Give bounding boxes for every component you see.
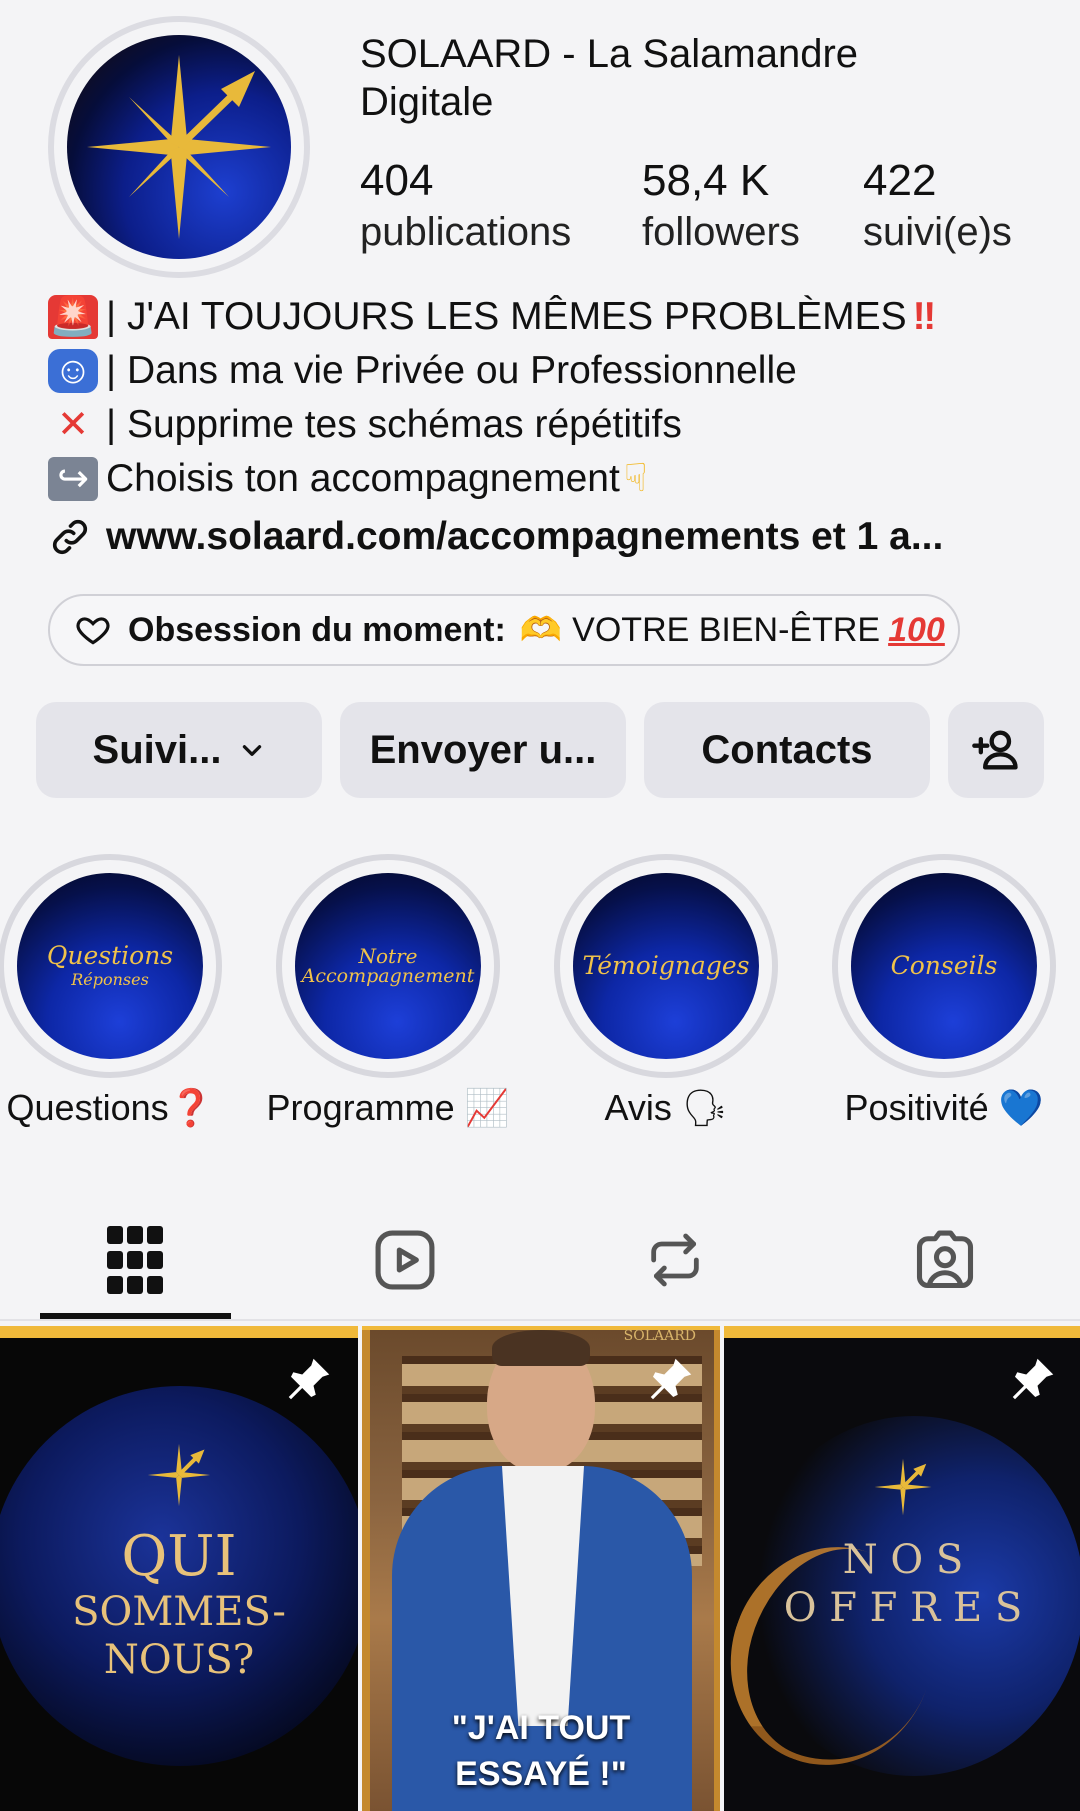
avatar-image [67, 35, 291, 259]
cross-mark-icon: ✕ [57, 404, 89, 446]
post-tile[interactable]: "J'AI TOUT ESSAYÉ !" SOLAARD [362, 1326, 720, 1811]
following-button[interactable]: Suivi... [36, 702, 322, 798]
bio-text: | Dans ma vie Privée ou Professionnelle [106, 349, 797, 392]
profile-avatar[interactable] [48, 16, 310, 278]
tab-reels[interactable] [270, 1200, 540, 1320]
stat-label: publications [360, 210, 572, 254]
post-headline: QUI [121, 1524, 237, 1589]
cover-title: Questions [46, 941, 174, 970]
pointing-down-icon: ☟ [623, 457, 648, 500]
compass-star-icon [147, 1443, 211, 1507]
grid-icon [107, 1226, 163, 1294]
pin-icon [288, 1358, 330, 1400]
obsession-label: Obsession du moment: [128, 610, 506, 649]
tab-reposts[interactable] [540, 1200, 810, 1320]
cover-subtitle: Accompagnement [301, 965, 475, 987]
highlight-label: Questions❓ [6, 1087, 214, 1128]
pin-icon [650, 1358, 692, 1400]
obsession-value: VOTRE BIEN-ÊTRE [572, 610, 881, 649]
contacts-button[interactable]: Contacts [644, 702, 930, 798]
post-tile[interactable]: QUI SOMMES-NOUS? [0, 1326, 358, 1811]
stat-value: 422 [863, 156, 937, 205]
bio-link[interactable]: www.solaard.com/accompagnements et 1 a..… [48, 515, 943, 559]
cover-title: Témoignages [582, 951, 750, 980]
post-subline: SOMMES-NOUS? [72, 1589, 286, 1683]
highlight-cover: Conseils [851, 873, 1037, 1059]
link-text: www.solaard.com/accompagnements et 1 a..… [106, 515, 944, 558]
return-arrow-icon: ↪ [48, 457, 98, 501]
bio-line: ☺ | Dans ma vie Privée ou Professionnell… [48, 344, 1048, 398]
highlight-ring: Témoignages [554, 854, 778, 1078]
heart-icon [76, 617, 110, 645]
post-caption: "J'AI TOUT [451, 1709, 631, 1747]
cover-subtitle: Réponses [71, 970, 149, 989]
highlight-label: Avis 🗣 [604, 1087, 728, 1128]
following-label: Suivi... [92, 727, 222, 772]
post-subline: O F F R E S [783, 1585, 1023, 1631]
contacts-label: Contacts [701, 727, 873, 772]
cover-title: Conseils [890, 951, 998, 980]
post-headline: N O S [842, 1537, 964, 1583]
suggested-users-button[interactable] [948, 702, 1044, 798]
tab-tagged[interactable] [810, 1200, 1080, 1320]
stat-publications[interactable]: 404 publications [360, 155, 571, 257]
highlight-ring: Conseils [832, 854, 1056, 1078]
stat-followers[interactable]: 58,4 K followers [642, 155, 800, 257]
link-icon [52, 519, 88, 555]
stat-following[interactable]: 422 suivi(e)s [863, 155, 1012, 257]
bio-line: ↪ Choisis ton accompagnement ☟ [48, 452, 1048, 506]
highlight-cover: Notre Accompagnement [295, 873, 481, 1059]
reels-icon [375, 1230, 435, 1290]
stat-value: 58,4 K [642, 156, 770, 205]
tab-posts[interactable] [0, 1200, 270, 1320]
highlight-avis[interactable]: Témoignages Avis 🗣 [554, 854, 778, 1128]
reposts-icon [651, 1233, 699, 1287]
person-hair [492, 1330, 590, 1366]
profile-bio: 🚨 | J'AI TOUJOURS LES MÊMES PROBLÈMES ‼ … [48, 290, 1048, 506]
compass-star-icon [874, 1458, 932, 1516]
highlight-programme[interactable]: Notre Accompagnement Programme 📈 [267, 854, 509, 1128]
post-caption: ESSAYÉ !" [455, 1755, 627, 1793]
stat-label: suivi(e)s [863, 210, 1012, 254]
profile-tabs [0, 1200, 1080, 1320]
highlight-ring: Questions Réponses [0, 854, 222, 1078]
obsession-pill[interactable]: Obsession du moment: 🫶 VOTRE BIEN-ÊTRE 1… [48, 594, 960, 666]
post-tile[interactable]: N O S O F F R E S [724, 1326, 1080, 1811]
bio-line: ✕ | Supprime tes schémas répétitifs [48, 398, 1048, 452]
cover-title: Notre [358, 944, 418, 968]
theater-masks-icon: ☺ [48, 349, 98, 393]
message-button[interactable]: Envoyer u... [340, 702, 626, 798]
highlight-questions[interactable]: Questions Réponses Questions❓ [0, 854, 222, 1128]
bio-line: 🚨 | J'AI TOUJOURS LES MÊMES PROBLÈMES ‼ [48, 290, 1048, 344]
bio-text: Choisis ton accompagnement [106, 457, 620, 500]
add-person-icon [972, 730, 1018, 770]
siren-icon: 🚨 [48, 295, 98, 339]
highlight-label: Programme 📈 [266, 1087, 510, 1128]
highlight-cover: Questions Réponses [17, 873, 203, 1059]
bio-text: | Supprime tes schémas répétitifs [106, 403, 682, 446]
tagged-icon [916, 1230, 974, 1289]
highlight-label: Positivité 💙 [844, 1087, 1044, 1128]
hundred-icon: 100 [888, 610, 945, 649]
highlight-cover: Témoignages [573, 873, 759, 1059]
message-label: Envoyer u... [369, 727, 597, 772]
bio-text: | J'AI TOUJOURS LES MÊMES PROBLÈMES [106, 295, 907, 338]
compass-star-icon [87, 55, 271, 239]
profile-name: SOLAARD - La Salamandre Digitale [360, 32, 859, 124]
stat-value: 404 [360, 156, 434, 205]
highlight-ring: Notre Accompagnement [276, 854, 500, 1078]
highlight-positivite[interactable]: Conseils Positivité 💙 [832, 854, 1056, 1128]
double-exclamation-icon: ‼ [912, 295, 937, 338]
tabs-divider [0, 1319, 1080, 1321]
stat-label: followers [642, 210, 800, 254]
pin-icon [1012, 1358, 1054, 1400]
chevron-down-icon [243, 745, 262, 756]
heart-hands-icon: 🫶 [519, 611, 563, 649]
post-brand: SOLAARD [623, 1328, 696, 1344]
